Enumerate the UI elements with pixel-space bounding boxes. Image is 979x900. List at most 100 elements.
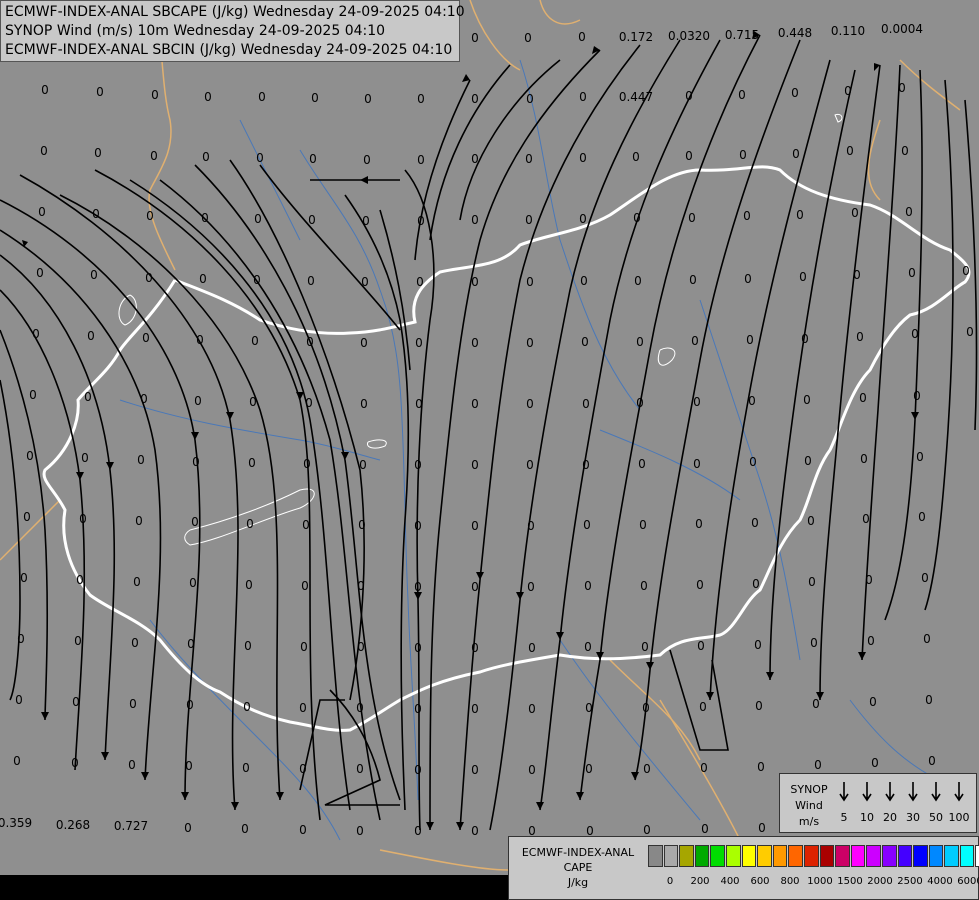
cape-value: 0 <box>186 698 194 712</box>
cape-value: 0 <box>685 149 693 163</box>
cape-value: 0 <box>859 391 867 405</box>
cape-value: 0 <box>738 88 746 102</box>
cape-value: 0 <box>582 458 590 472</box>
cape-value: 0 <box>804 454 812 468</box>
cape-value: 0.0320 <box>668 29 710 43</box>
cape-value: 0 <box>908 266 916 280</box>
cape-value: 0 <box>846 144 854 158</box>
cape-value: 0 <box>867 634 875 648</box>
cape-value: 0 <box>79 512 87 526</box>
cape-value: 0 <box>526 397 534 411</box>
cape-value: 0 <box>256 151 264 165</box>
wind-sample-arrow <box>839 782 849 802</box>
wind-legend: SYNOP Wind m/s 5 10 20 30 50 100 <box>779 773 977 833</box>
cape-value: 0 <box>643 762 651 776</box>
cape-color-swatch <box>679 845 694 867</box>
cape-value: 0 <box>471 275 479 289</box>
cape-value: 0 <box>799 270 807 284</box>
cape-value: 0 <box>755 699 763 713</box>
cape-value: 0.715 <box>725 28 759 42</box>
title-sbcin: ECMWF-INDEX-ANAL SBCIN (J/kg) Wednesday … <box>5 42 453 58</box>
cape-color-swatch <box>944 845 959 867</box>
cape-value: 0 <box>585 701 593 715</box>
wind-arrow-samples: 5 10 20 30 50 100 <box>839 782 970 824</box>
wind-sample-arrow <box>931 782 941 802</box>
cape-color-swatch <box>725 845 741 867</box>
cape-value: 0 <box>307 274 315 288</box>
cape-value: 0 <box>814 758 822 772</box>
cape-legend: ECMWF-INDEX-ANAL CAPE J/kg 0 200 400 600 800… <box>508 836 979 900</box>
cape-color-swatch <box>648 845 663 867</box>
cape-value: 0 <box>242 761 250 775</box>
cape-color-swatch <box>757 845 772 867</box>
cape-value: 0 <box>810 636 818 650</box>
cape-value: 0 <box>584 579 592 593</box>
cape-value: 0 <box>748 394 756 408</box>
cape-value: 0 <box>579 151 587 165</box>
cape-value: 0 <box>72 695 80 709</box>
cape-value: 0 <box>414 580 422 594</box>
cape-value: 0 <box>693 457 701 471</box>
cape-tick-label: 2000 <box>867 876 893 887</box>
cape-value: 0 <box>691 334 699 348</box>
cape-color-swatch <box>663 845 679 867</box>
cape-value: 0 <box>471 458 479 472</box>
cape-value: 0 <box>87 329 95 343</box>
cape-value: 0 <box>71 756 79 770</box>
cape-value: 0 <box>253 273 261 287</box>
cape-value: 0 <box>749 455 757 469</box>
cape-value: 0 <box>584 640 592 654</box>
cape-value: 0 <box>860 452 868 466</box>
cape-value: 0 <box>357 640 365 654</box>
cape-value: 0 <box>792 147 800 161</box>
cape-value: 0 <box>471 213 479 227</box>
cape-value: 0 <box>583 518 591 532</box>
cape-value: 0 <box>299 701 307 715</box>
cape-legend-title: ECMWF-INDEX-ANAL <box>521 846 635 859</box>
cape-value: 0 <box>865 573 873 587</box>
cape-value: 0 <box>361 275 369 289</box>
cape-color-swatch <box>803 845 819 867</box>
cape-value: 0 <box>417 153 425 167</box>
cape-value: 0 <box>356 701 364 715</box>
cape-tick-label: 2500 <box>897 876 923 887</box>
cape-value: 0 <box>196 333 204 347</box>
cape-value: 0 <box>363 153 371 167</box>
cape-value: 0 <box>898 81 906 95</box>
cape-value: 0 <box>135 514 143 528</box>
cape-value: 0 <box>359 458 367 472</box>
wind-speed-label: 100 <box>949 811 970 824</box>
cape-value: 0 <box>527 519 535 533</box>
cape-value: 0 <box>471 763 479 777</box>
cape-value: 0 <box>634 274 642 288</box>
cape-value: 0 <box>414 519 422 533</box>
bottom-bar <box>0 875 508 900</box>
wind-speed-label: 10 <box>860 811 874 824</box>
cape-value: 0 <box>416 275 424 289</box>
cape-value: 0 <box>92 207 100 221</box>
cape-value: 0 <box>528 702 536 716</box>
cape-value: 0 <box>302 518 310 532</box>
cape-value: 0 <box>150 149 158 163</box>
cape-value: 0 <box>918 510 926 524</box>
cape-value: 0 <box>303 457 311 471</box>
cape-color-swatch <box>881 845 897 867</box>
cape-value: 0 <box>808 575 816 589</box>
cape-value: 0 <box>579 212 587 226</box>
cape-value: 0 <box>471 92 479 106</box>
cape-value: 0 <box>871 756 879 770</box>
cape-value: 0 <box>925 693 933 707</box>
cape-value: 0 <box>23 510 31 524</box>
cape-value: 0 <box>685 89 693 103</box>
cape-color-swatch <box>928 845 944 867</box>
cape-value: 0 <box>38 205 46 219</box>
cape-value: 0 <box>636 335 644 349</box>
cape-value: 0 <box>923 632 931 646</box>
cape-value: 0.359 <box>0 816 32 830</box>
cape-value: 0 <box>185 759 193 773</box>
cape-value: 0 <box>471 152 479 166</box>
wind-speed-label: 30 <box>906 811 920 824</box>
cape-color-swatch <box>897 845 913 867</box>
cape-value: 0 <box>414 763 422 777</box>
cape-value: 0 <box>300 640 308 654</box>
